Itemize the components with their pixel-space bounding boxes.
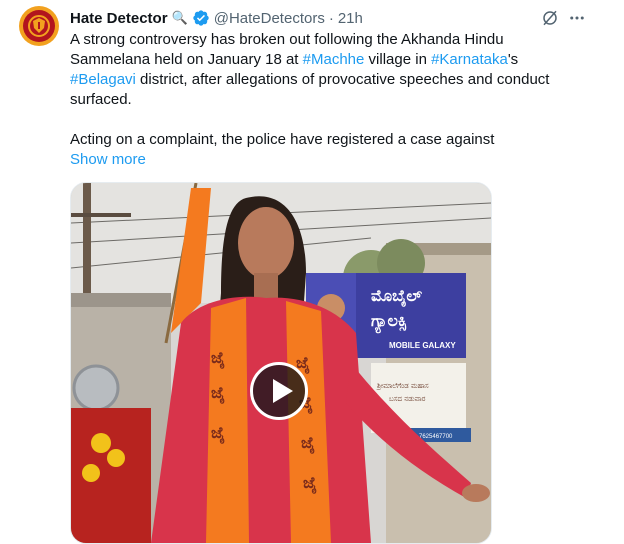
play-icon [273,379,293,403]
grok-icon[interactable] [541,9,559,32]
signboard-english: MOBILE GALAXY [389,341,456,350]
lower-sign-text-1: ಶ್ರೀಮಾಲೆಗೆಂಡ ಮಹಾಸ [376,382,429,390]
search-emoji: 🔍 [171,10,188,25]
scarf-letter-2: ಜೈ [211,383,225,404]
shield-logo-icon [28,15,50,37]
post-paragraph-2: Acting on a complaint, the police have r… [70,131,495,148]
post-paragraph-1: A strong controversy has broken out foll… [70,30,580,110]
scarf-letter-3: ಜೈ [211,423,225,444]
show-more-link[interactable]: Show more [70,150,146,170]
verified-badge-icon [192,9,210,27]
post-text-segment: village in [364,51,432,68]
post-timestamp[interactable]: 21h [338,10,363,27]
post-text: A strong controversy has broken out foll… [70,30,580,150]
separator-dot: · [328,9,334,27]
scarf-letter-7: ಜೈ [303,473,317,494]
hashtag-link[interactable]: #Karnataka [431,51,508,68]
hashtag-link[interactable]: #Belagavi [70,71,136,88]
hashtag-link[interactable]: #Machhe [303,51,365,68]
more-icon[interactable] [568,9,586,32]
scarf-letter-1: ಜೈ [211,348,225,369]
post-text-segment: 's [507,51,519,68]
user-handle[interactable]: @HateDetectors [214,10,325,27]
display-name[interactable]: Hate Detector [70,10,168,27]
post-header: Hate Detector 🔍 @HateDetectors · 21h [70,8,363,28]
scarf-letter-6: ಜೈ [301,433,315,454]
lower-sign-text-2: ಬಸದ ನಡುವಾರ [389,395,426,403]
signboard-text-1: ಮೊಬೈಲ್ [371,286,422,307]
avatar[interactable] [19,6,59,46]
play-button[interactable] [250,362,308,420]
post-text-segment: district, after allegations of provocati… [70,71,550,108]
